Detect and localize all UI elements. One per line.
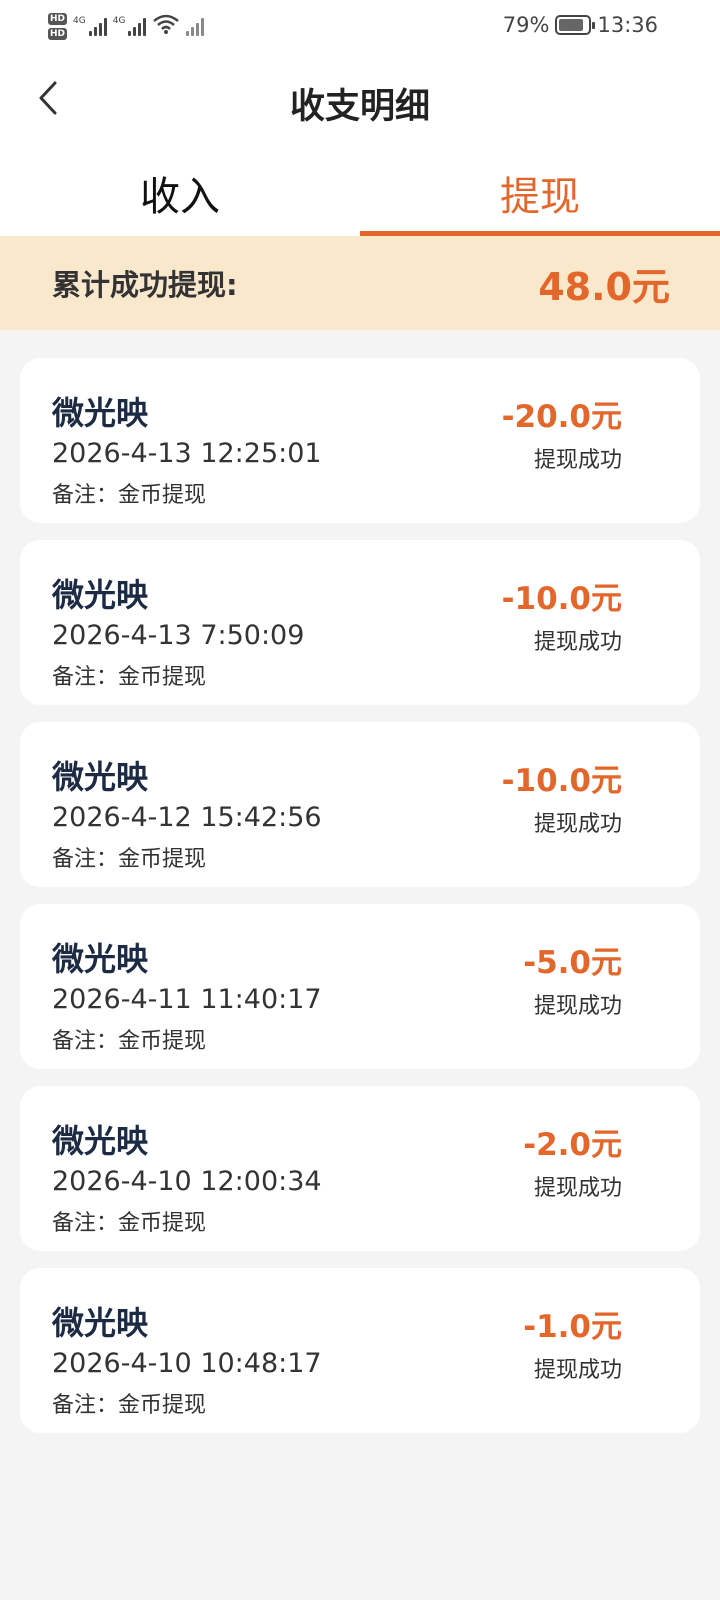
record-note: 备注：金币提现 bbox=[52, 1029, 207, 1054]
record-card[interactable]: 微光映 2026-4-12 15:42:56 备注：金币提现 -10.0元 提现… bbox=[20, 722, 700, 887]
hd-badge-2: HD bbox=[48, 27, 68, 40]
status-bar: HD HD 4G 4G 79% 13:36 bbox=[0, 0, 720, 50]
record-card[interactable]: 微光映 2026-4-10 10:48:17 备注：金币提现 -1.0元 提现成… bbox=[20, 1268, 700, 1433]
network-type-2: 4G bbox=[112, 16, 126, 26]
record-amount: -1.0元 bbox=[523, 1309, 622, 1345]
tab-withdraw-label: 提现 bbox=[500, 174, 580, 220]
record-status: 提现成功 bbox=[533, 448, 622, 473]
record-card[interactable]: 微光映 2026-4-11 11:40:17 备注：金币提现 -5.0元 提现成… bbox=[20, 904, 700, 1069]
summary-label: 累计成功提现: bbox=[52, 268, 238, 302]
status-right: 79% 13:36 bbox=[503, 10, 658, 40]
summary-value: 48.0元 bbox=[538, 264, 670, 309]
record-name: 微光映 bbox=[52, 940, 149, 978]
withdraw-record-list: 微光映 2026-4-13 12:25:01 备注：金币提现 -20.0元 提现… bbox=[20, 358, 700, 1450]
record-amount: -20.0元 bbox=[501, 399, 622, 435]
battery-icon bbox=[555, 15, 596, 35]
record-note: 备注：金币提现 bbox=[52, 1211, 207, 1236]
record-time: 2026-4-10 10:48:17 bbox=[52, 1348, 322, 1379]
record-time: 2026-4-11 11:40:17 bbox=[52, 984, 322, 1015]
withdraw-summary: 累计成功提现: 48.0元 bbox=[0, 236, 720, 330]
record-note: 备注：金币提现 bbox=[52, 665, 207, 690]
tab-income[interactable]: 收入 bbox=[0, 150, 360, 236]
record-time: 2026-4-13 12:25:01 bbox=[52, 438, 322, 469]
hd-badge-1: HD bbox=[48, 12, 68, 25]
wifi-icon bbox=[152, 13, 180, 39]
record-amount: -2.0元 bbox=[523, 1127, 622, 1163]
record-note: 备注：金币提现 bbox=[52, 847, 207, 872]
network-type-1: 4G bbox=[73, 16, 86, 26]
page-title: 收支明细 bbox=[289, 87, 430, 127]
record-note: 备注：金币提现 bbox=[52, 1393, 207, 1418]
clock: 13:36 bbox=[597, 13, 658, 37]
record-name: 微光映 bbox=[52, 758, 149, 796]
tab-bar: 收入 提现 bbox=[0, 150, 720, 236]
signal-icon-1: 4G bbox=[73, 16, 107, 36]
record-name: 微光映 bbox=[52, 1122, 149, 1160]
record-time: 2026-4-13 7:50:09 bbox=[52, 620, 305, 651]
battery-percent: 79% bbox=[502, 13, 550, 37]
record-name: 微光映 bbox=[52, 576, 149, 614]
status-left: HD HD 4G 4G bbox=[48, 6, 205, 46]
signal-icon-2: 4G bbox=[113, 16, 147, 36]
app-header: 收支明细 bbox=[0, 50, 720, 150]
signal-icon-3 bbox=[186, 16, 205, 36]
tab-income-label: 收入 bbox=[140, 174, 220, 220]
hd-indicators: HD HD bbox=[48, 12, 68, 40]
record-status: 提现成功 bbox=[533, 812, 622, 837]
record-amount: -10.0元 bbox=[501, 763, 622, 799]
record-status: 提现成功 bbox=[533, 994, 622, 1019]
tab-withdraw[interactable]: 提现 bbox=[360, 150, 720, 236]
record-amount: -5.0元 bbox=[523, 945, 622, 981]
record-card[interactable]: 微光映 2026-4-10 12:00:34 备注：金币提现 -2.0元 提现成… bbox=[20, 1086, 700, 1251]
record-card[interactable]: 微光映 2026-4-13 12:25:01 备注：金币提现 -20.0元 提现… bbox=[20, 358, 700, 523]
record-card[interactable]: 微光映 2026-4-13 7:50:09 备注：金币提现 -10.0元 提现成… bbox=[20, 540, 700, 705]
record-note: 备注：金币提现 bbox=[52, 483, 207, 508]
record-time: 2026-4-12 15:42:56 bbox=[52, 802, 322, 833]
record-status: 提现成功 bbox=[533, 1358, 622, 1383]
record-status: 提现成功 bbox=[533, 1176, 622, 1201]
record-name: 微光映 bbox=[52, 1304, 149, 1342]
record-status: 提现成功 bbox=[533, 630, 622, 655]
record-amount: -10.0元 bbox=[501, 581, 622, 617]
record-time: 2026-4-10 12:00:34 bbox=[52, 1166, 322, 1197]
record-name: 微光映 bbox=[52, 394, 149, 432]
